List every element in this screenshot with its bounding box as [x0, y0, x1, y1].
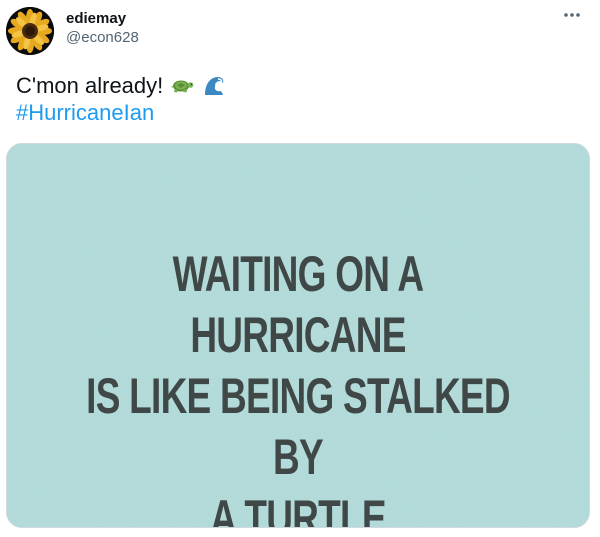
tweet-body: C'mon already! [16, 73, 164, 98]
meme-line: IS LIKE BEING STALKED BY [86, 368, 510, 485]
turtle-icon [169, 73, 195, 99]
author-display-name[interactable]: ediemay [66, 9, 139, 28]
tweet-text: C'mon already! #HurricaneIan [16, 72, 576, 126]
meme-line: WAITING ON A HURRICANE [172, 246, 425, 363]
sunflower-icon [6, 7, 54, 55]
avatar[interactable] [6, 7, 54, 55]
more-options-button[interactable] [562, 5, 582, 25]
author-names[interactable]: ediemay @econ628 [66, 9, 139, 48]
meme-caption: WAITING ON A HURRICANE IS LIKE BEING STA… [83, 244, 514, 528]
meme-line: A TURTLE [210, 490, 386, 528]
more-options-icon [564, 13, 580, 17]
tweet-media-image[interactable]: WAITING ON A HURRICANE IS LIKE BEING STA… [6, 143, 590, 528]
tweet-hashtag-line: #HurricaneIan [16, 99, 576, 126]
tweet-text-line: C'mon already! [16, 72, 576, 99]
water-wave-icon [201, 73, 227, 99]
author-handle[interactable]: @econ628 [66, 28, 139, 48]
tweet-card[interactable]: ediemay @econ628 C'mon already! #Hurrica… [0, 0, 600, 537]
hashtag-link[interactable]: #HurricaneIan [16, 99, 154, 126]
tweet-header: ediemay @econ628 [6, 7, 594, 57]
